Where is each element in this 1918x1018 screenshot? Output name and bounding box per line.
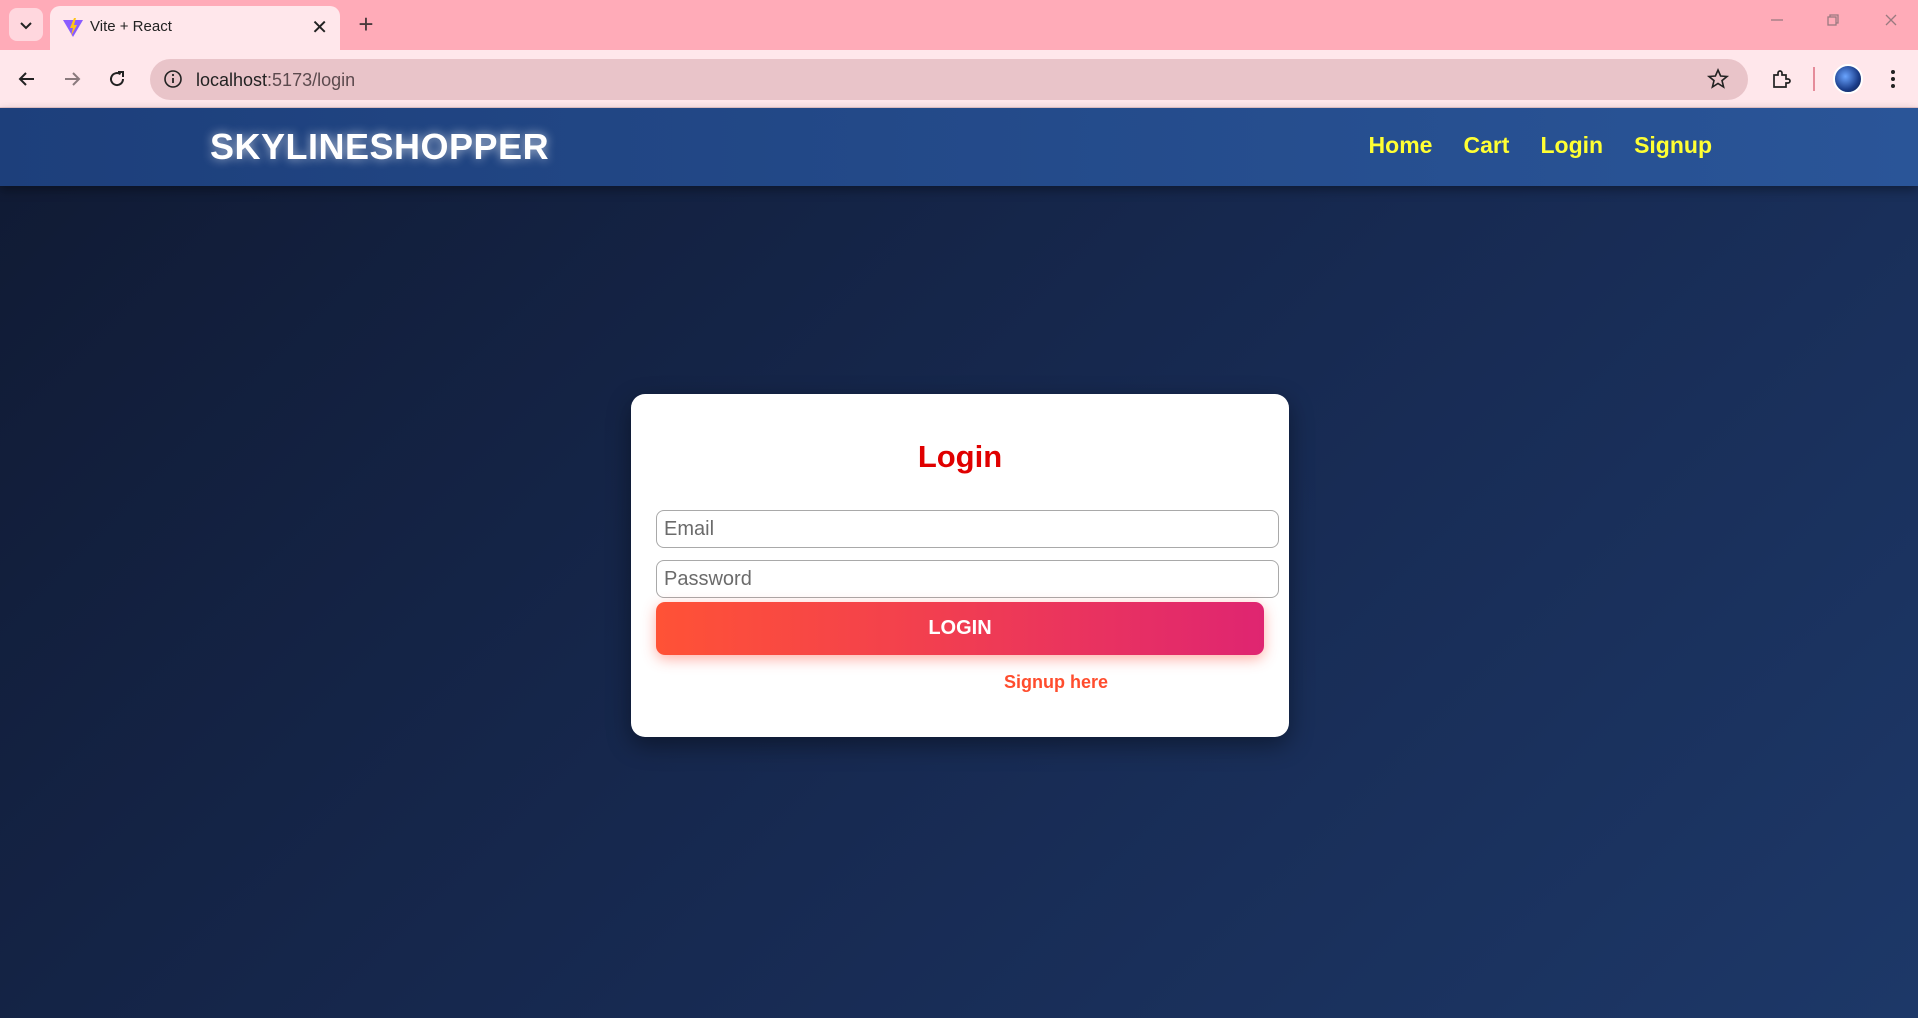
browser-toolbar: localhost:5173/login <box>0 50 1918 108</box>
minimize-icon[interactable] <box>1762 12 1792 36</box>
tab-close-icon[interactable]: ✕ <box>311 15 328 40</box>
arrow-left-icon <box>18 72 34 86</box>
email-field[interactable] <box>656 510 1279 548</box>
new-tab-button[interactable]: + <box>352 10 380 38</box>
address-bar[interactable]: localhost:5173/login <box>150 59 1748 100</box>
restore-icon[interactable] <box>1818 12 1848 36</box>
page-body: SKYLINESHOPPER Home Cart Login Signup Lo… <box>0 108 1918 1018</box>
extensions-button[interactable] <box>1764 62 1798 96</box>
browser-menu-button[interactable] <box>1876 62 1910 96</box>
password-field[interactable] <box>656 560 1279 598</box>
nav-link-signup[interactable]: Signup <box>1634 132 1712 159</box>
url-host: localhost <box>196 70 268 90</box>
toolbar-divider <box>1813 67 1815 91</box>
reload-icon <box>110 71 125 87</box>
nav-links: Home Cart Login Signup <box>1369 132 1712 159</box>
site-navbar: SKYLINESHOPPER Home Cart Login Signup <box>0 108 1918 186</box>
kebab-menu-icon <box>1891 70 1895 88</box>
nav-link-cart[interactable]: Cart <box>1463 132 1509 159</box>
close-window-icon[interactable] <box>1876 12 1906 36</box>
login-card: Login LOGIN Signup here <box>631 394 1289 737</box>
tab-title: Vite + React <box>90 18 172 35</box>
brand-logo[interactable]: SKYLINESHOPPER <box>210 126 549 168</box>
bookmark-star-icon[interactable] <box>1706 67 1730 91</box>
nav-link-login[interactable]: Login <box>1540 132 1603 159</box>
url-text: localhost:5173/login <box>196 70 355 91</box>
browser-tab-bar: Vite + React ✕ + <box>0 0 1918 50</box>
tab-search-button[interactable] <box>9 8 43 41</box>
profile-avatar[interactable] <box>1833 64 1863 94</box>
login-title: Login <box>917 439 1003 474</box>
nav-link-home[interactable]: Home <box>1369 132 1433 159</box>
signup-link[interactable]: Signup here <box>1004 672 1108 693</box>
arrow-right-icon <box>65 72 81 86</box>
reload-button[interactable] <box>100 62 134 96</box>
login-button[interactable]: LOGIN <box>656 602 1264 655</box>
forward-button[interactable] <box>55 62 89 96</box>
browser-tab[interactable]: Vite + React ✕ <box>50 6 340 50</box>
puzzle-piece-icon <box>1773 70 1791 88</box>
site-info-icon[interactable] <box>162 68 184 90</box>
url-path: :5173/login <box>267 70 356 90</box>
chevron-down-icon <box>20 21 32 29</box>
back-button[interactable] <box>10 62 44 96</box>
vite-logo-icon <box>63 18 83 37</box>
